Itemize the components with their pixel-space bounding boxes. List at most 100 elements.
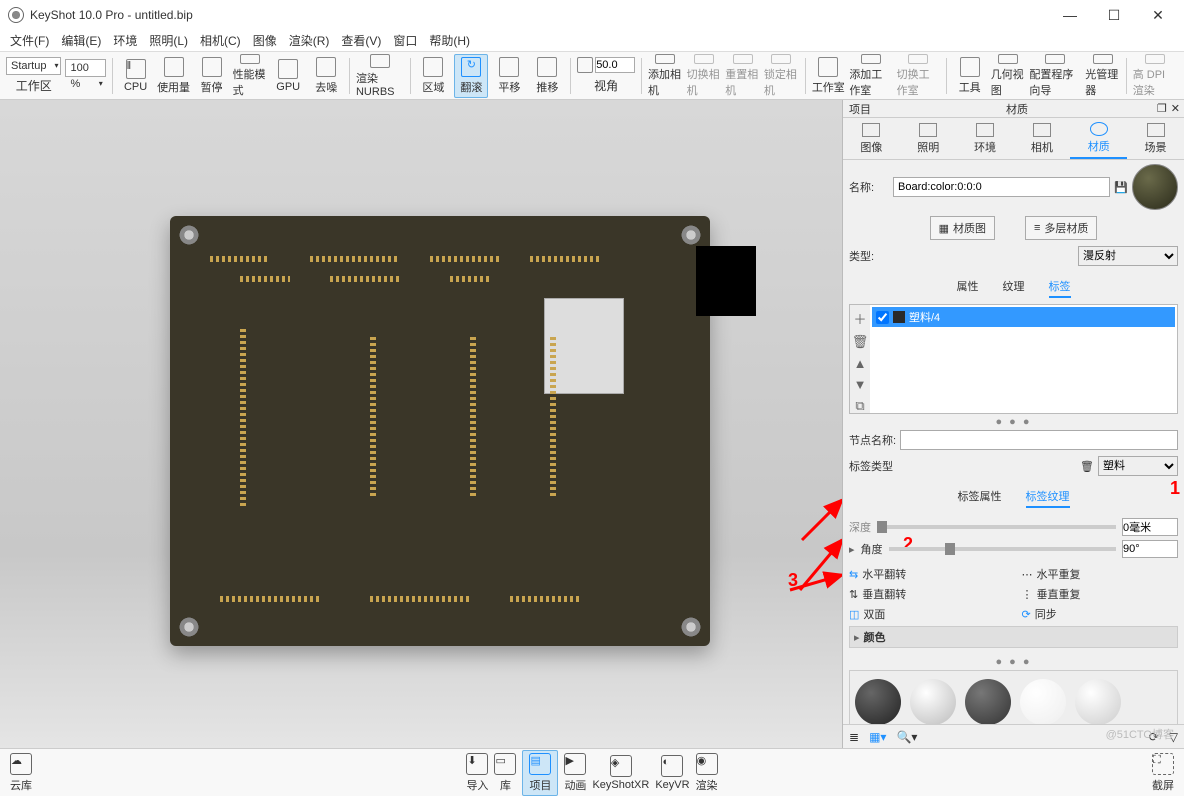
swatch-item[interactable]: User_Li... [909,679,956,724]
perf-button[interactable]: 性能模式 [233,54,268,98]
delete-label-icon[interactable]: 🗑 [852,334,869,350]
vflip-toggle[interactable]: ⇅垂直翻转 [849,586,1006,602]
move-down-icon[interactable]: ▼ [854,377,867,392]
close-button[interactable]: ✕ [1146,7,1170,24]
pause-button[interactable]: 暂停 [195,54,229,98]
tools-button[interactable]: 工具 [953,54,987,98]
add-camera-button[interactable]: 添加相机 [648,54,683,98]
menu-file[interactable]: 文件(F) [6,30,53,51]
usage-button[interactable]: 使用量 [157,54,191,98]
tab-material[interactable]: 材质 [1070,118,1127,159]
pan-button[interactable]: 平移 [492,54,526,98]
material-name-input[interactable] [893,177,1110,197]
menu-image[interactable]: 图像 [249,30,281,51]
zoom-combo[interactable]: 100 % [65,59,105,77]
config-wizard-button[interactable]: 配置程序向导 [1029,54,1081,98]
subtab-labels[interactable]: 标签 [1049,278,1071,298]
panel-undock-icon[interactable]: ❐ [1157,102,1167,115]
screenshot-button[interactable]: ⛶截屏 [1152,753,1174,793]
color-section-header[interactable]: 颜色 [864,629,886,645]
animation-button[interactable]: ▶动画 [564,753,586,793]
angle-field[interactable] [595,57,635,73]
maximize-button[interactable]: ☐ [1102,7,1126,24]
menu-camera[interactable]: 相机(C) [196,30,245,51]
search-icon[interactable]: 🔍▾ [896,730,917,744]
project-button[interactable]: ▤项目 [522,750,558,796]
hflip-toggle[interactable]: ⇆水平翻转 [849,566,1006,582]
sync-icon: ⟳ [1022,608,1031,621]
import-button[interactable]: ⬇导入 [466,753,488,793]
multilayer-button[interactable]: ≡多层材质 [1025,216,1097,240]
menu-help[interactable]: 帮助(H) [425,30,474,51]
tab-camera[interactable]: 相机 [1013,118,1070,159]
vrepeat-toggle[interactable]: ⋮垂直重复 [1022,586,1179,602]
tumble-button[interactable]: ↻翻滚 [454,54,488,98]
dolly-button[interactable]: 推移 [530,54,564,98]
menu-env[interactable]: 环境 [109,30,141,51]
subtab-properties[interactable]: 属性 [957,278,979,298]
hrepeat-toggle[interactable]: ⋯水平重复 [1022,566,1179,582]
material-graph-button[interactable]: ▦材质图 [930,216,995,240]
add-label-icon[interactable]: ＋ [853,309,866,328]
move-up-icon[interactable]: ▲ [854,356,867,371]
swatch-item[interactable]: User_Li... [854,679,901,724]
swatch-item[interactable]: User_Li... [1019,679,1066,724]
region-button[interactable]: 区域 [416,54,450,98]
cpu-button[interactable]: ‖CPU [119,54,153,98]
workspace-combo[interactable]: Startup [6,57,61,75]
bottombar: ☁云库 ⬇导入 ▭库 ▤项目 ▶动画 ◈KeyShotXR ◐KeyVR ◉渲染… [0,748,1184,796]
swatch-item[interactable]: User_Li... [1074,679,1121,724]
subsubtab-label-texture[interactable]: 标签纹理 [1026,488,1070,508]
pcb-model[interactable] [170,216,710,646]
keyvr-button[interactable]: ◐KeyVR [655,755,689,791]
duplicate-label-icon[interactable]: ⧉ [855,398,864,414]
node-name-input[interactable] [900,430,1178,450]
denoise-button[interactable]: 去噪 [309,54,343,98]
drag-handle-icon[interactable]: ● ● ● [849,414,1178,430]
subtab-textures[interactable]: 纹理 [1003,278,1025,298]
depth-slider[interactable] [877,525,1116,529]
cloud-library-button[interactable]: ☁云库 [10,753,32,793]
subsubtab-label-props[interactable]: 标签属性 [958,488,1002,508]
render-button[interactable]: ◉渲染 [696,753,718,793]
panel-close-icon[interactable]: ✕ [1171,102,1180,115]
menu-lighting[interactable]: 照明(L) [145,30,192,51]
gpu-button[interactable]: GPU [271,54,305,98]
library-button[interactable]: ▭库 [494,753,516,793]
keyshotxr-button[interactable]: ◈KeyShotXR [592,755,649,791]
geom-view-button[interactable]: 几何视图 [991,54,1026,98]
delete-labeltype-icon[interactable]: 🗑 [1080,460,1094,473]
tab-image[interactable]: 图像 [843,118,900,159]
tab-lighting[interactable]: 照明 [900,118,957,159]
grid-view-icon[interactable]: ▦▾ [869,730,886,744]
cpu-icon: ‖ [126,59,146,79]
gauge-icon [164,57,184,77]
list-view-icon[interactable]: ≣ [849,730,859,744]
menu-window[interactable]: 窗口 [389,30,421,51]
tab-scene[interactable]: 场景 [1127,118,1184,159]
angle-slider[interactable] [889,547,1116,551]
label-type-select[interactable]: 塑料 [1098,456,1178,476]
tab-environment[interactable]: 环境 [957,118,1014,159]
save-material-icon[interactable]: 💾 [1114,181,1128,194]
nurbs-button[interactable]: 渲染NURBS [356,54,404,98]
depth-value[interactable] [1122,518,1178,536]
swatch-item[interactable]: User_Li... [964,679,1011,724]
material-type-select[interactable]: 漫反射 [1078,246,1178,266]
double-sided-toggle[interactable]: ◫双面 [849,606,1006,622]
light-manager-button[interactable]: 光管理器 [1085,54,1120,98]
studio-button[interactable]: 工作室 [811,54,845,98]
minimize-button[interactable]: — [1058,7,1082,24]
angle-value[interactable] [1122,540,1178,558]
drag-handle-icon-2[interactable]: ● ● ● [849,654,1178,670]
material-preview-sphere[interactable] [1132,164,1178,210]
label-visible-checkbox[interactable] [876,311,889,324]
menu-edit[interactable]: 编辑(E) [57,30,105,51]
sync-toggle[interactable]: ⟳同步 [1022,606,1179,622]
menu-render[interactable]: 渲染(R) [285,30,334,51]
reset-camera-button: 重置相机 [725,54,760,98]
menu-view[interactable]: 查看(V) [337,30,385,51]
render-viewport[interactable]: 3 [0,100,842,748]
add-studio-button[interactable]: 添加工作室 [849,54,892,98]
label-list-item[interactable]: 塑料/4 [872,307,1175,327]
